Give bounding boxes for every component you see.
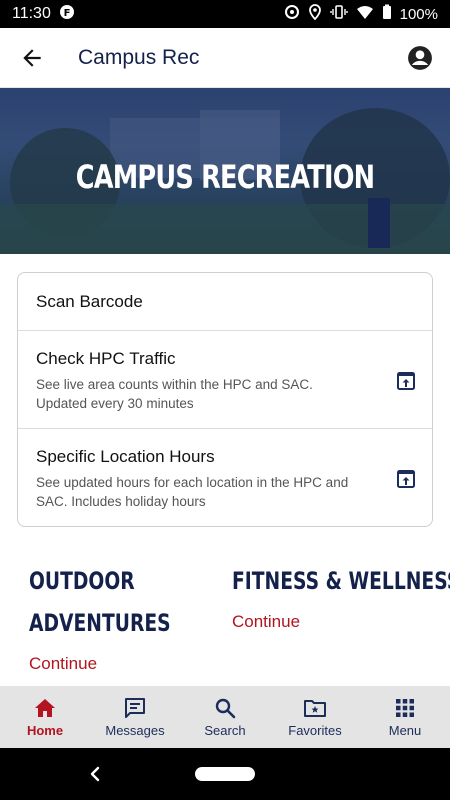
app-notification-icon: F [59,4,75,25]
tab-label: Menu [388,723,422,738]
row-title: Specific Location Hours [36,447,215,466]
row-title: Check HPC Traffic [36,349,176,368]
fitness-wellness-tile[interactable]: FITNESS & WELLNESS Continue [232,560,450,632]
grid-menu-icon [396,699,414,717]
tab-label: Messages [105,723,165,738]
tile-title: FITNESS & WELLNESS [232,567,450,595]
message-icon [125,698,145,718]
continue-link[interactable]: Continue [29,654,211,674]
favorites-folder-icon [304,700,326,717]
bottom-tab-bar: Home Messages Search Favorites Menu [0,686,450,748]
system-nav-bar [0,748,450,800]
nav-back-icon[interactable] [85,762,105,786]
app-bar: Campus Rec [0,28,450,88]
tab-menu[interactable]: Menu [360,686,450,748]
arrow-back-icon [23,48,41,67]
back-button[interactable] [12,38,52,78]
hero-banner: CAMPUS RECREATION [0,88,450,254]
quick-actions-card: Scan Barcode Check HPC Traffic See live … [17,272,433,527]
check-hpc-traffic-row[interactable]: Check HPC Traffic See live area counts w… [18,331,432,429]
tab-label: Home [26,723,64,738]
open-external-icon [397,470,415,488]
tab-label: Favorites [288,723,342,738]
open-external-icon [397,372,415,390]
tab-home[interactable]: Home [0,686,90,748]
account-circle-icon [408,45,432,70]
battery-icon [382,4,392,24]
scan-barcode-row[interactable]: Scan Barcode [18,273,432,331]
continue-link[interactable]: Continue [232,612,450,632]
page-title: Campus Rec [78,45,200,69]
tab-search[interactable]: Search [180,686,270,748]
hero-title: CAMPUS RECREATION [75,158,375,196]
vibrate-icon [329,4,348,24]
tab-messages[interactable]: Messages [90,686,180,748]
wifi-icon [356,4,374,24]
outdoor-adventures-tile[interactable]: OUTDOOR ADVENTURES Continue [29,560,211,674]
row-title: Scan Barcode [36,291,143,311]
row-description: See live area counts within the HPC and … [36,377,313,411]
sync-icon [284,4,300,24]
status-bar: 11:30 F 100% [0,0,450,28]
row-description: See updated hours for each location in t… [36,475,349,509]
tab-favorites[interactable]: Favorites [270,686,360,748]
location-icon [308,4,322,24]
home-icon [35,699,55,717]
status-time: 11:30 [12,5,51,22]
tile-title: ADVENTURES [29,609,171,637]
location-hours-row[interactable]: Specific Location Hours See updated hour… [18,429,432,526]
account-button[interactable] [404,42,436,74]
search-icon [215,698,236,719]
svg-text:F: F [63,8,70,19]
battery-percent: 100% [399,5,438,23]
nav-home-pill[interactable] [195,767,255,781]
tile-title: OUTDOOR [29,567,135,595]
feature-tiles: OUTDOOR ADVENTURES Continue FITNESS & WE… [0,560,450,688]
tab-label: Search [204,723,246,738]
